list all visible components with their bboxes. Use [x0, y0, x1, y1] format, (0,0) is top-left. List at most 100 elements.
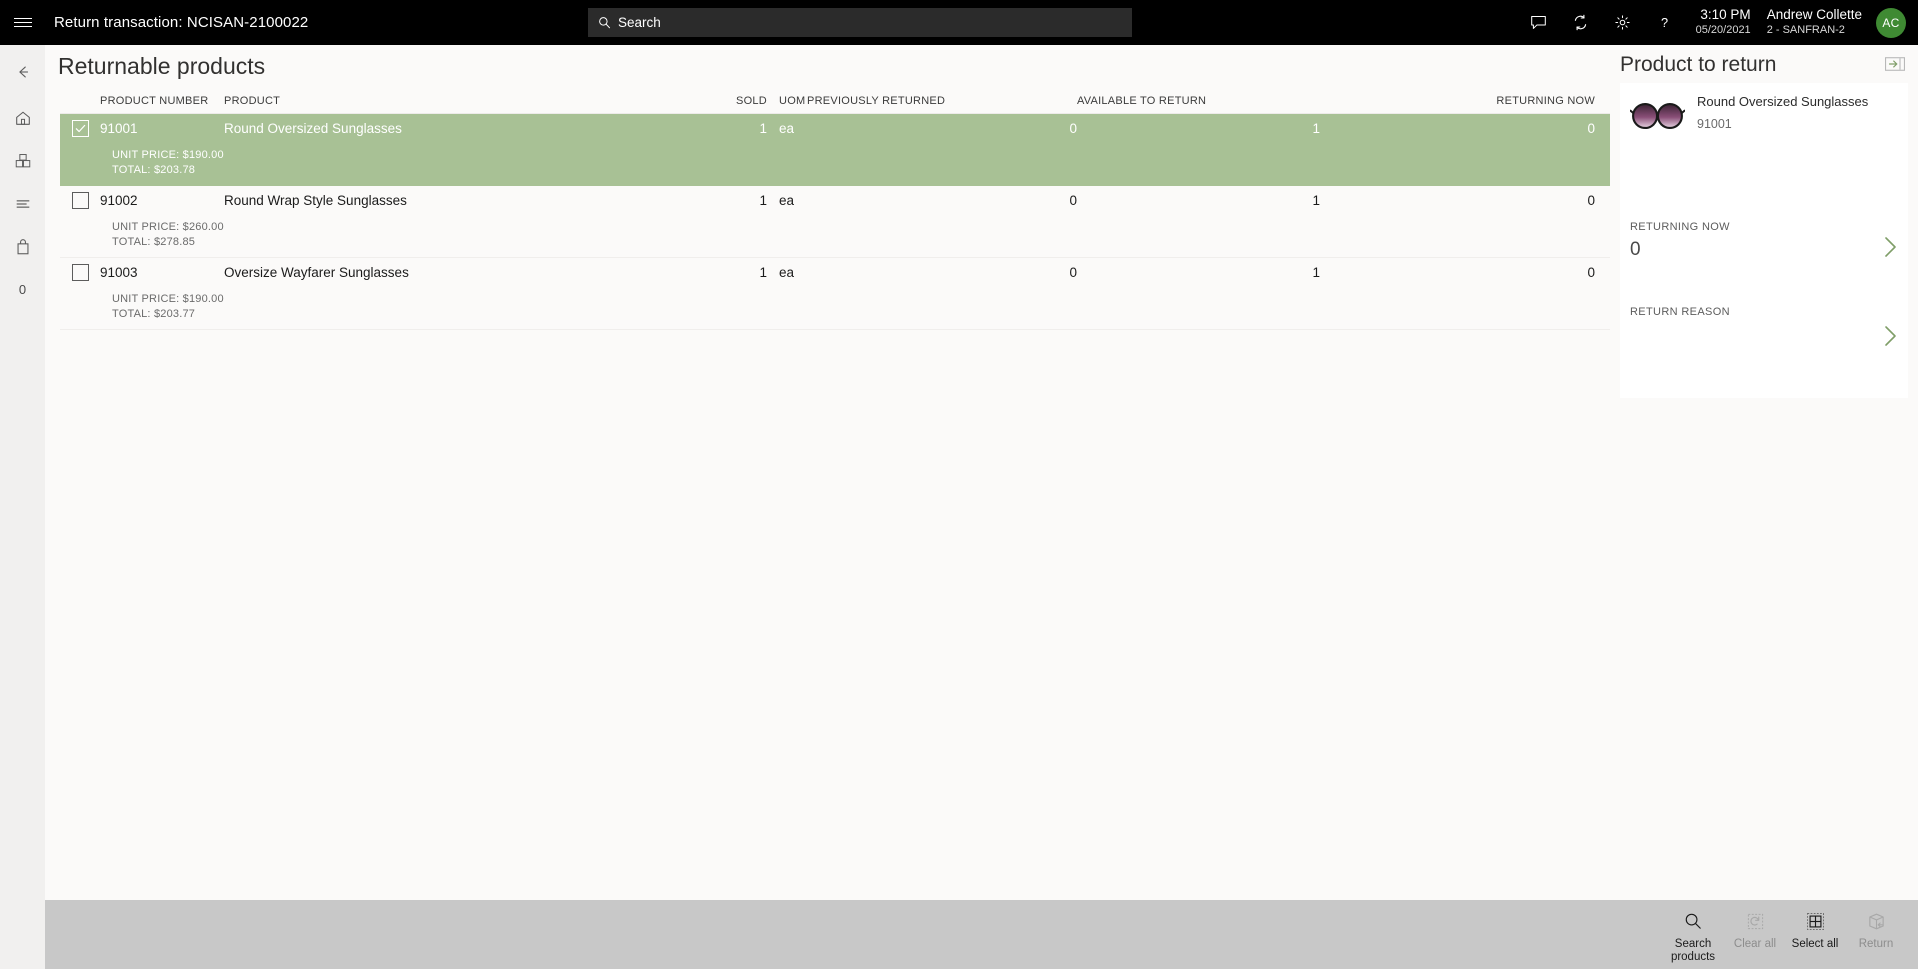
pos-return-screen: Return transaction: NCISAN-2100022 Searc…: [0, 0, 1918, 969]
return-button: Return: [1846, 909, 1906, 951]
selected-product: Round Oversized Sunglasses 91001: [1620, 83, 1908, 139]
gear-icon[interactable]: [1602, 0, 1644, 45]
select-all-icon: [1806, 909, 1825, 933]
row-checkbox[interactable]: [72, 192, 89, 209]
panel-title: Product to return: [1620, 53, 1777, 76]
search-icon: [599, 17, 611, 29]
row-checkbox[interactable]: [72, 120, 89, 137]
total-price: TOTAL: $203.78: [112, 164, 196, 176]
cell-product: Oversize Wayfarer Sunglasses: [224, 265, 409, 280]
unit-price: UNIT PRICE: $260.00: [112, 221, 224, 233]
clear-icon: [1746, 909, 1765, 933]
unit-price: UNIT PRICE: $190.00: [112, 293, 224, 305]
column-header-previously-returned: PREVIOUSLY RETURNED: [807, 94, 946, 107]
chevron-right-icon[interactable]: [1882, 235, 1898, 263]
cell-available-to-return: 1: [1312, 121, 1320, 136]
bag-icon[interactable]: [0, 225, 45, 268]
sync-icon[interactable]: [1560, 0, 1602, 45]
column-header-uom: UOM: [779, 94, 806, 107]
total-price: TOTAL: $278.85: [112, 236, 196, 248]
search-box[interactable]: [588, 8, 1132, 37]
cell-sold: 1: [759, 121, 767, 136]
cell-product-number: 91003: [100, 265, 138, 280]
returnable-products-grid: PRODUCT NUMBER PRODUCT SOLD UOM PREVIOUS…: [60, 88, 1610, 330]
current-date: 05/20/2021: [1695, 24, 1751, 37]
clock: 3:10 PM 05/20/2021: [1696, 7, 1751, 38]
page-header-title: Return transaction: NCISAN-2100022: [54, 14, 309, 31]
panel-card: Round Oversized Sunglasses 91001 RETURNI…: [1620, 83, 1908, 398]
home-icon[interactable]: [0, 96, 45, 139]
total-price: TOTAL: $203.77: [112, 308, 196, 320]
user-name: Andrew Collette: [1766, 7, 1862, 23]
row-price-details: UNIT PRICE: $260.00 TOTAL: $278.85: [112, 220, 224, 250]
product-to-return-panel: Product to return Round Oversized Sungla…: [1613, 45, 1918, 900]
cell-product: Round Wrap Style Sunglasses: [224, 193, 407, 208]
hamburger-icon[interactable]: [0, 0, 46, 45]
search-products-label: Search products: [1670, 938, 1716, 963]
back-icon[interactable]: [0, 50, 45, 93]
table-row[interactable]: 91003 Oversize Wayfarer Sunglasses 1 ea …: [60, 258, 1610, 330]
select-all-label: Select all: [1791, 938, 1839, 950]
top-bar-right: ? 3:10 PM 05/20/2021 Andrew Collette 2 -…: [1518, 0, 1918, 45]
cell-available-to-return: 1: [1312, 193, 1320, 208]
bottom-action-bar: Search products Clear all Select all Ret…: [45, 900, 1918, 969]
select-all-button[interactable]: Select all: [1784, 909, 1846, 951]
table-row[interactable]: 91002 Round Wrap Style Sunglasses 1 ea 0…: [60, 186, 1610, 258]
column-header-sold: SOLD: [736, 94, 767, 107]
cell-previously-returned: 0: [1069, 121, 1077, 136]
cell-returning-now: 0: [1587, 121, 1595, 136]
return-reason-value: [1630, 324, 1898, 346]
clear-all-button: Clear all: [1726, 909, 1784, 951]
left-rail: 0: [0, 45, 45, 969]
search-products-button[interactable]: Search products: [1660, 909, 1726, 964]
cell-available-to-return: 1: [1312, 265, 1320, 280]
search-icon: [1684, 909, 1703, 933]
return-label: Return: [1858, 938, 1894, 950]
row-price-details: UNIT PRICE: $190.00 TOTAL: $203.78: [112, 148, 224, 178]
selected-product-number: 91001: [1697, 117, 1732, 131]
return-reason-field[interactable]: RETURN REASON: [1630, 306, 1898, 346]
cell-product: Round Oversized Sunglasses: [224, 121, 402, 136]
expand-panel-icon[interactable]: [1884, 56, 1906, 72]
current-time: 3:10 PM: [1700, 7, 1751, 23]
svg-text:?: ?: [1661, 15, 1668, 30]
chevron-right-icon[interactable]: [1882, 324, 1898, 352]
column-header-product-number: PRODUCT NUMBER: [100, 94, 209, 107]
selected-product-meta: Round Oversized Sunglasses 91001: [1697, 91, 1868, 139]
help-icon[interactable]: ?: [1644, 0, 1686, 45]
column-header-product: PRODUCT: [224, 94, 281, 107]
search-input[interactable]: [618, 15, 1122, 30]
cell-sold: 1: [759, 265, 767, 280]
cell-sold: 1: [759, 193, 767, 208]
top-bar: Return transaction: NCISAN-2100022 Searc…: [0, 0, 1918, 45]
row-price-details: UNIT PRICE: $190.00 TOTAL: $203.77: [112, 292, 224, 322]
row-checkbox[interactable]: [72, 264, 89, 281]
cart-count[interactable]: 0: [0, 268, 45, 311]
returning-now-field[interactable]: RETURNING NOW 0: [1630, 221, 1898, 261]
user-store: 2 - SANFRAN-2: [1766, 24, 1845, 37]
returning-now-label: RETURNING NOW: [1630, 221, 1730, 233]
avatar[interactable]: AC: [1876, 7, 1906, 38]
column-header-available-to-return: AVAILABLE TO RETURN: [1077, 94, 1207, 107]
check-icon: [75, 124, 86, 133]
list-icon[interactable]: [0, 182, 45, 225]
cell-product-number: 91002: [100, 193, 138, 208]
table-row[interactable]: 91001 Round Oversized Sunglasses 1 ea 0 …: [60, 114, 1610, 186]
unit-price: UNIT PRICE: $190.00: [112, 149, 224, 161]
sunglasses-thumbnail: [1629, 99, 1686, 139]
returning-now-value: 0: [1630, 239, 1641, 260]
grid-header-row: PRODUCT NUMBER PRODUCT SOLD UOM PREVIOUS…: [60, 88, 1610, 114]
column-header-returning-now: RETURNING NOW: [1496, 94, 1595, 107]
products-icon[interactable]: [0, 139, 45, 182]
return-box-icon: [1867, 909, 1886, 933]
cell-uom: ea: [779, 121, 795, 136]
clear-all-label: Clear all: [1733, 938, 1777, 950]
page-title: Returnable products: [58, 53, 266, 79]
cell-returning-now: 0: [1587, 193, 1595, 208]
selected-product-name: Round Oversized Sunglasses: [1697, 94, 1869, 109]
return-reason-label: RETURN REASON: [1630, 306, 1730, 318]
cell-previously-returned: 0: [1069, 265, 1077, 280]
message-icon[interactable]: [1518, 0, 1560, 45]
cell-previously-returned: 0: [1069, 193, 1077, 208]
cell-returning-now: 0: [1587, 265, 1595, 280]
